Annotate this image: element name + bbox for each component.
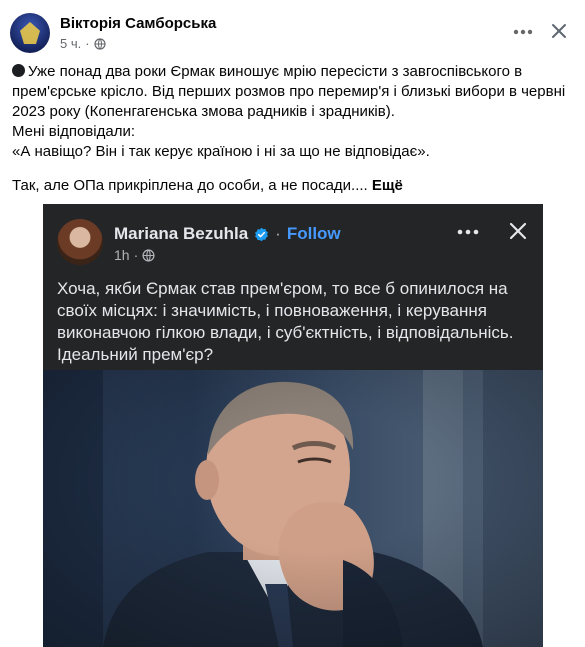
more-horizontal-icon xyxy=(457,229,479,235)
embedded-post-time: 1h xyxy=(114,247,130,263)
post-paragraph: Уже понад два роки Єрмак виношує мрію пе… xyxy=(12,63,566,120)
post-paragraph: «А навіщо? Він і так керує країною і ні … xyxy=(12,143,430,160)
embedded-author-row: Mariana Bezuhla · Follow xyxy=(114,224,341,244)
meta-separator: · xyxy=(85,36,90,51)
more-horizontal-icon[interactable] xyxy=(512,22,534,42)
embedded-author-avatar xyxy=(57,219,103,265)
globe-icon[interactable] xyxy=(93,37,106,50)
post-time[interactable]: 5 ч. xyxy=(60,36,81,51)
follow-separator: · xyxy=(275,224,281,243)
author-name[interactable]: Вікторія Самборська xyxy=(60,15,216,32)
embedded-meta-separator: · xyxy=(133,247,139,263)
post-paragraph: Так, але ОПа прикріплена до особи, а не … xyxy=(12,177,403,194)
close-icon[interactable] xyxy=(550,22,568,40)
post-text: Уже понад два роки Єрмак виношує мрію пе… xyxy=(12,62,577,196)
post-meta: 5 ч. · xyxy=(60,36,106,51)
embedded-author-name: Mariana Bezuhla xyxy=(114,224,249,243)
globe-icon xyxy=(142,248,155,262)
post-paragraph: Мені відповідали: xyxy=(12,123,136,140)
verified-badge-icon xyxy=(255,227,269,241)
embedded-post-meta: 1h · xyxy=(114,247,155,263)
see-more-link[interactable]: Ещё xyxy=(372,177,403,194)
embedded-post-text: Хоча, якби Єрмак став прем'єром, то все … xyxy=(57,279,514,364)
black-circle-icon xyxy=(12,64,25,77)
author-avatar[interactable] xyxy=(10,13,50,53)
embedded-photo xyxy=(43,370,543,647)
close-icon xyxy=(509,222,527,240)
post-header: Вікторія Самборська 5 ч. · xyxy=(0,0,585,60)
follow-button: Follow xyxy=(286,224,341,243)
